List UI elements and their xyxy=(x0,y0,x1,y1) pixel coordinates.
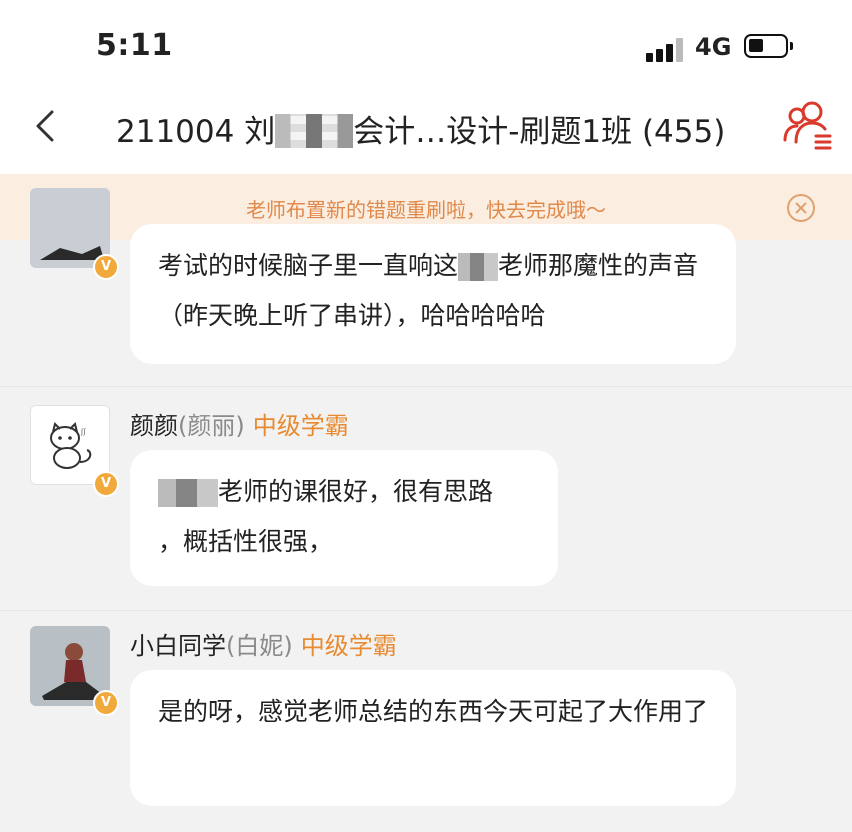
divider xyxy=(0,386,852,387)
sender-name: 小白同学(白妮) 中级学霸 xyxy=(130,626,397,661)
message-bubble[interactable]: 考试的时候脑子里一直响这 老师那魔性的声音（昨天晚上听了串讲），哈哈哈哈哈 xyxy=(130,224,736,364)
sender-nickname: (颜丽) xyxy=(178,412,245,440)
sender-nickname: (白妮) xyxy=(226,632,293,660)
redacted-text xyxy=(158,479,218,507)
verified-badge: V xyxy=(93,690,119,716)
redacted-name xyxy=(275,114,354,148)
sender-display-name: 颜颜 xyxy=(130,412,178,440)
svg-text:ʃʃ: ʃʃ xyxy=(80,428,86,436)
nav-bar: 211004 刘 会计…设计-刷题1班 (455) xyxy=(0,92,852,174)
status-time: 5:11 xyxy=(96,28,173,63)
battery-icon xyxy=(744,34,793,58)
close-circle-icon[interactable] xyxy=(786,193,816,223)
message-text: 考试的时候脑子里一直响这 xyxy=(158,251,459,280)
back-icon[interactable] xyxy=(28,106,68,146)
status-bar: 5:11 4G xyxy=(0,0,852,92)
verified-badge: V xyxy=(93,471,119,497)
divider xyxy=(0,610,852,611)
message-text: 是的呀，感觉老师总结的东西今天可起了大作用了 xyxy=(158,697,709,726)
verified-badge: V xyxy=(93,254,119,280)
message-bubble[interactable]: 老师的课很好，很有思路 ，概括性很强， xyxy=(130,450,558,586)
sender-level: 中级学霸 xyxy=(252,412,349,440)
chat-title-start: 211004 刘 xyxy=(116,114,276,150)
chat-title: 211004 刘 会计…设计-刷题1班 (455) xyxy=(116,106,725,151)
sender-level: 中级学霸 xyxy=(300,632,397,660)
notice-text: 老师布置新的错题重刷啦，快去完成哦～ xyxy=(246,198,606,222)
group-members-icon[interactable] xyxy=(782,98,832,150)
message-bubble[interactable]: 是的呀，感觉老师总结的东西今天可起了大作用了 xyxy=(130,670,736,806)
sender-name: 颜颜(颜丽) 中级学霸 xyxy=(130,406,349,441)
message-text: ，概括性很强， xyxy=(158,527,334,556)
message-text: 老师的课很好，很有思路 xyxy=(218,477,494,506)
sender-display-name: 小白同学 xyxy=(130,632,226,660)
redacted-text xyxy=(458,253,499,281)
chat-title-end: 会计…设计-刷题1班 (455) xyxy=(353,114,726,150)
signal-icon xyxy=(646,38,690,62)
network-type: 4G xyxy=(695,33,732,61)
